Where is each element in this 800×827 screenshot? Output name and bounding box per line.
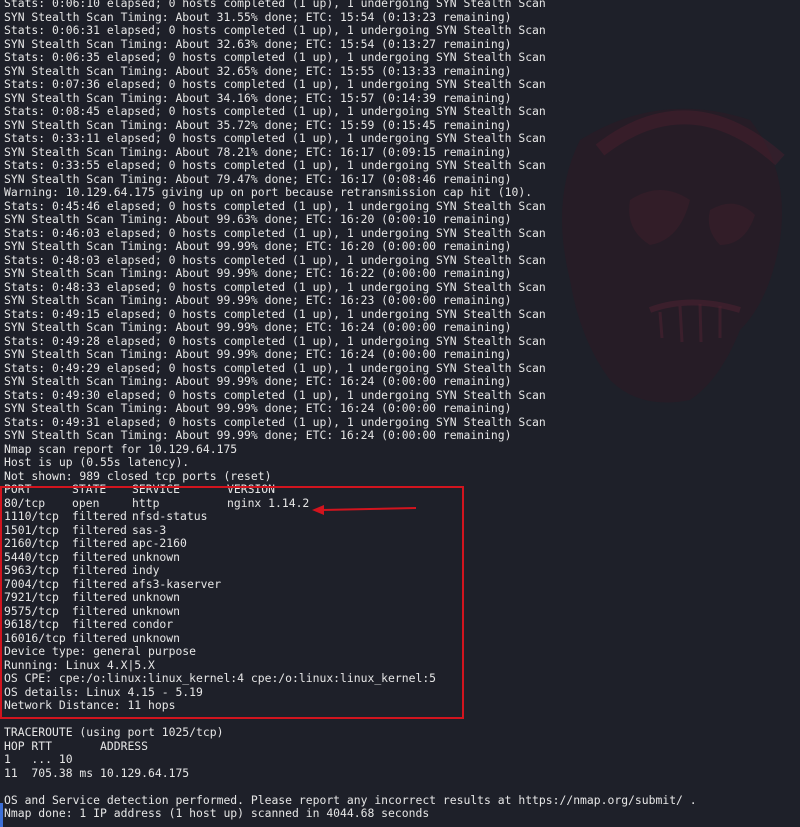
footer-line: Nmap done: 1 IP address (1 host up) scan… <box>4 807 430 820</box>
scan-progress-line: Warning: 10.129.64.175 giving up on port… <box>4 186 533 199</box>
scan-progress-line: Stats: 0:49:28 elapsed; 0 hosts complete… <box>4 334 546 348</box>
scan-progress-line: SYN Stealth Scan Timing: About 99.99% do… <box>4 429 512 442</box>
scan-progress-line: Stats: 0:08:45 elapsed; 0 hosts complete… <box>4 105 546 118</box>
scan-progress-line: SYN Stealth Scan Timing: About 99.99% do… <box>4 348 512 361</box>
scan-progress-line: Stats: 0:06:10 elapsed; 0 hosts complete… <box>4 0 546 10</box>
scan-progress-line: Stats: 0:49:31 elapsed; 0 hosts complete… <box>4 415 546 429</box>
scan-progress-line: SYN Stealth Scan Timing: About 79.47% do… <box>4 172 512 186</box>
annotation-arrow-icon <box>312 505 417 515</box>
scan-progress-line: SYN Stealth Scan Timing: About 99.99% do… <box>4 402 512 415</box>
scan-progress-line: Stats: 0:33:11 elapsed; 0 hosts complete… <box>4 132 546 145</box>
scan-progress-line: Stats: 0:46:03 elapsed; 0 hosts complete… <box>4 226 546 240</box>
terminal-side-marker <box>0 803 3 827</box>
scan-progress-line: SYN Stealth Scan Timing: About 35.72% do… <box>4 118 512 132</box>
scan-progress-line: SYN Stealth Scan Timing: About 32.65% do… <box>4 64 512 78</box>
scan-progress-line: Stats: 0:45:46 elapsed; 0 hosts complete… <box>4 199 546 213</box>
scan-progress-line: SYN Stealth Scan Timing: About 99.99% do… <box>4 267 512 280</box>
traceroute-header: HOP RTT ADDRESS <box>4 739 149 753</box>
scan-progress-line: SYN Stealth Scan Timing: About 99.99% do… <box>4 375 512 388</box>
traceroute-hops: 1 ... 10 11 705.38 ms 10.129.64.175 <box>4 753 800 780</box>
scan-progress-line: Stats: 0:49:30 elapsed; 0 hosts complete… <box>4 388 546 402</box>
traceroute-hop: 11 705.38 ms 10.129.64.175 <box>4 766 190 780</box>
scan-progress-line: Stats: 0:49:15 elapsed; 0 hosts complete… <box>4 307 546 321</box>
traceroute-title: TRACEROUTE (using port 1025/tcp) <box>4 726 224 739</box>
scan-progress-line: SYN Stealth Scan Timing: About 99.99% do… <box>4 240 512 253</box>
footer-line: OS and Service detection performed. Plea… <box>4 793 697 807</box>
scan-progress-line: SYN Stealth Scan Timing: About 99.99% do… <box>4 321 512 334</box>
scan-progress-line: SYN Stealth Scan Timing: About 78.21% do… <box>4 145 512 159</box>
scan-progress-line: SYN Stealth Scan Timing: About 99.99% do… <box>4 294 512 307</box>
scan-progress-line: SYN Stealth Scan Timing: About 34.16% do… <box>4 91 512 105</box>
scan-progress-line: Stats: 0:48:33 elapsed; 0 hosts complete… <box>4 280 546 294</box>
scan-progress-line: SYN Stealth Scan Timing: About 32.63% do… <box>4 37 512 51</box>
host-status: Host is up (0.55s latency). <box>4 456 190 469</box>
scan-report-header: Nmap scan report for 10.129.64.175 <box>4 442 238 456</box>
scan-progress-line: Stats: 0:33:55 elapsed; 0 hosts complete… <box>4 159 546 172</box>
traceroute-hop: 1 ... 10 <box>4 753 73 766</box>
not-shown-ports: Not shown: 989 closed tcp ports (reset) <box>4 469 272 483</box>
scan-progress-line: Stats: 0:07:36 elapsed; 0 hosts complete… <box>4 78 546 91</box>
scan-progress-line: SYN Stealth Scan Timing: About 31.55% do… <box>4 10 512 24</box>
scan-progress-line: Stats: 0:06:35 elapsed; 0 hosts complete… <box>4 51 546 64</box>
scan-progress-line: Stats: 0:48:03 elapsed; 0 hosts complete… <box>4 253 546 267</box>
port-results-highlight-box <box>0 486 464 719</box>
scan-progress-line: Stats: 0:49:29 elapsed; 0 hosts complete… <box>4 361 546 375</box>
scan-summary-footer: OS and Service detection performed. Plea… <box>4 794 800 821</box>
scan-progress-line: SYN Stealth Scan Timing: About 99.63% do… <box>4 213 512 226</box>
scan-progress-log: Stats: 0:06:10 elapsed; 0 hosts complete… <box>4 0 800 443</box>
scan-progress-line: Stats: 0:06:31 elapsed; 0 hosts complete… <box>4 24 546 37</box>
